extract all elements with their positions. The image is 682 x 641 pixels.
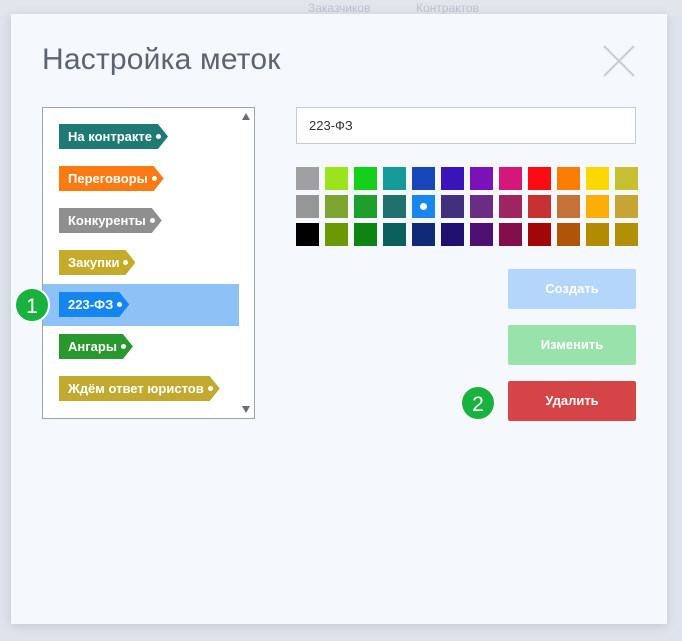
color-swatch[interactable] — [586, 223, 609, 246]
color-swatch[interactable] — [296, 167, 319, 190]
color-swatch[interactable] — [296, 223, 319, 246]
tag-dot-icon — [123, 260, 128, 265]
color-swatch[interactable] — [557, 167, 580, 190]
color-swatch[interactable] — [557, 195, 580, 218]
tag-list-item[interactable]: Ждём ответ юристов — [43, 368, 240, 410]
tag-list-scrollbar[interactable] — [239, 108, 254, 418]
tag-label-text: На контракте — [68, 129, 152, 144]
color-swatch[interactable] — [499, 167, 522, 190]
tag-list-item[interactable]: На контракте — [43, 116, 240, 158]
color-swatch[interactable] — [586, 167, 609, 190]
color-swatch[interactable] — [383, 223, 406, 246]
color-swatch[interactable] — [441, 195, 464, 218]
color-swatch[interactable] — [615, 195, 638, 218]
tag-list[interactable]: На контракте Переговоры Конкуренты Закупки 2… — [42, 107, 255, 419]
tag-dot-icon — [117, 302, 122, 307]
create-button[interactable]: Создать — [508, 269, 636, 309]
color-swatch[interactable] — [499, 223, 522, 246]
color-swatch[interactable] — [528, 223, 551, 246]
tag-label-text: Ждём ответ юристов — [68, 381, 204, 396]
tag-label: На контракте — [59, 124, 168, 149]
annotation-badge-1: 1 — [14, 287, 50, 323]
tag-label-text: Ангары — [68, 339, 117, 354]
tag-list-item[interactable]: Переговоры — [43, 158, 240, 200]
color-swatch[interactable] — [470, 223, 493, 246]
tag-label: Ангары — [59, 334, 133, 359]
color-swatch[interactable] — [325, 167, 348, 190]
color-swatch[interactable] — [441, 167, 464, 190]
tag-label: Конкуренты — [59, 208, 162, 233]
edit-button[interactable]: Изменить — [508, 325, 636, 365]
color-swatch[interactable] — [412, 195, 435, 218]
tag-label: Переговоры — [59, 166, 164, 191]
tag-label-text: 223-ФЗ — [68, 297, 114, 312]
color-swatch[interactable] — [354, 167, 377, 190]
tag-list-item[interactable]: Ангары — [43, 326, 240, 368]
tag-dot-icon — [121, 344, 126, 349]
color-swatch[interactable] — [354, 195, 377, 218]
scroll-up-arrow-icon[interactable] — [242, 113, 250, 120]
color-swatch[interactable] — [615, 167, 638, 190]
color-swatch[interactable] — [412, 223, 435, 246]
tag-dot-icon — [150, 218, 155, 223]
close-icon[interactable] — [602, 44, 636, 78]
color-swatch[interactable] — [499, 195, 522, 218]
color-swatch[interactable] — [441, 223, 464, 246]
color-swatch[interactable] — [354, 223, 377, 246]
color-swatch[interactable] — [325, 223, 348, 246]
tag-list-item[interactable]: Закупки — [43, 242, 240, 284]
tag-label: 223-ФЗ — [59, 292, 129, 317]
tag-label-text: Переговоры — [68, 171, 148, 186]
tag-settings-modal: Настройка меток На контракте Переговоры Ко… — [11, 14, 667, 624]
modal-title: Настройка меток — [42, 43, 281, 76]
tag-dot-icon — [152, 176, 157, 181]
color-swatch[interactable] — [383, 195, 406, 218]
tag-dot-icon — [208, 386, 213, 391]
tag-list-item[interactable]: Конкуренты — [43, 200, 240, 242]
tag-name-input[interactable] — [296, 107, 636, 144]
color-swatch[interactable] — [557, 223, 580, 246]
tag-label: Ждём ответ юристов — [59, 376, 220, 401]
tag-label: Закупки — [59, 250, 135, 275]
scroll-down-arrow-icon[interactable] — [242, 406, 250, 413]
color-swatch[interactable] — [383, 167, 406, 190]
color-swatch[interactable] — [296, 195, 319, 218]
color-swatch[interactable] — [586, 195, 609, 218]
color-swatch[interactable] — [412, 167, 435, 190]
tag-label-text: Конкуренты — [68, 213, 146, 228]
tag-list-item[interactable]: 223-ФЗ — [43, 284, 240, 326]
color-swatch[interactable] — [528, 167, 551, 190]
tag-dot-icon — [156, 134, 161, 139]
color-swatch[interactable] — [325, 195, 348, 218]
color-swatch[interactable] — [470, 167, 493, 190]
delete-button[interactable]: Удалить — [508, 381, 636, 421]
color-swatch[interactable] — [615, 223, 638, 246]
tag-label-text: Закупки — [68, 255, 120, 270]
annotation-badge-2: 2 — [460, 385, 496, 421]
color-swatch[interactable] — [470, 195, 493, 218]
color-swatch[interactable] — [528, 195, 551, 218]
selected-color-indicator-icon — [420, 203, 427, 210]
